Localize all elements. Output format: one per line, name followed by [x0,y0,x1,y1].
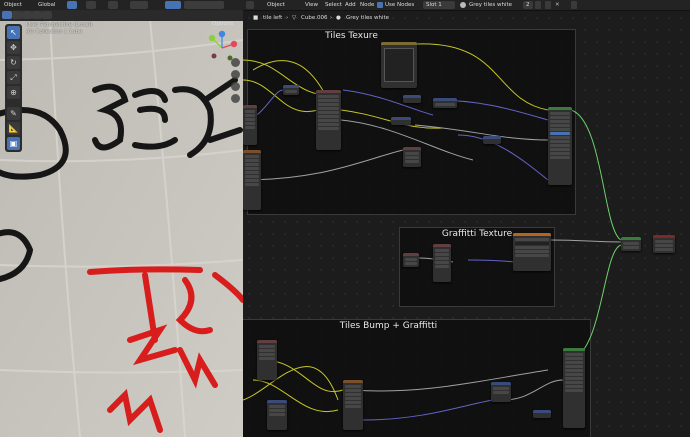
camera-icon[interactable] [231,82,240,91]
gizmo-y-axis[interactable] [208,34,216,42]
options-dropdown[interactable]: Options [212,21,233,27]
math-node[interactable] [433,98,457,108]
viewport-tool-settings: Options [0,10,243,27]
grid-icon[interactable] [231,94,240,103]
reroute-node[interactable] [483,136,501,144]
select-invert-icon[interactable] [32,11,42,19]
reroute-node[interactable] [391,117,411,125]
math-node[interactable] [283,85,299,95]
brick-texture-node[interactable] [343,380,363,430]
select-subtract-icon[interactable] [22,11,32,19]
add-cube-icon[interactable]: ▣ [7,137,20,150]
shader-node-editor[interactable]: Object View Select Add Node Use Nodes Sl… [243,0,690,437]
curve-widget[interactable] [384,48,414,82]
measure-icon[interactable]: 📐 [7,122,20,135]
pivot-icon[interactable] [67,1,77,9]
select-extend-icon[interactable] [12,11,22,19]
select-mode-icon[interactable] [2,11,12,19]
rgb-curves-node[interactable] [381,42,417,88]
brick-texture-node[interactable] [243,150,261,210]
color-ramp-node[interactable] [491,382,511,402]
snap-icon[interactable] [86,1,96,9]
bump-node[interactable] [563,348,585,428]
pan-hand-icon[interactable] [231,70,240,79]
move-icon[interactable]: ✥ [7,41,20,54]
mapping-node[interactable] [433,244,451,282]
overlay-icon[interactable] [165,1,181,9]
proportional-edit-icon[interactable] [108,1,118,9]
mix-node[interactable] [403,147,421,167]
cursor-icon[interactable]: ↖ [7,26,20,39]
tile-mapping-node[interactable] [316,90,341,150]
3d-viewport[interactable]: User Perspective (Local) (0) Collection … [0,0,243,437]
texture-coord-node[interactable] [243,105,257,145]
annotate-icon[interactable]: ✎ [7,107,20,120]
reroute-node[interactable] [533,410,551,418]
viewport-collection-label: (0) Collection | Cube [26,29,83,35]
material-output-node[interactable] [653,235,675,253]
viewport-overlay-text: User Perspective (Local) (0) Collection … [26,22,92,36]
transform-orientation-dropdown[interactable]: Global [36,1,58,9]
texture-coord-node[interactable] [257,340,277,380]
visibility-icon[interactable] [130,1,148,9]
gizmo-x-axis[interactable] [230,40,238,48]
rotate-icon[interactable]: ↻ [7,56,20,69]
viewport-nav-buttons [231,58,241,106]
mix-shader-node[interactable] [621,237,641,251]
gizmo-z-axis[interactable] [218,30,226,38]
viewport-perspective-label: User Perspective (Local) [26,22,93,28]
object-mode-dropdown[interactable]: Object [2,1,24,9]
node-links [243,43,622,421]
principled-bsdf-node[interactable] [548,107,572,185]
transform-icon[interactable]: ⊕ [7,86,20,99]
scale-icon[interactable]: ⤢ [7,71,20,84]
reroute-node[interactable] [403,95,421,103]
zoom-icon[interactable] [231,58,240,67]
math-node[interactable] [267,400,287,430]
image-texture-node[interactable] [513,233,551,271]
shading-mode-icons[interactable] [184,1,224,9]
select-intersect-icon[interactable] [42,11,52,19]
uv-map-node[interactable] [403,253,419,267]
viewport-toolbar: ↖ ✥ ↻ ⤢ ⊕ ✎ 📐 ▣ [5,24,22,152]
